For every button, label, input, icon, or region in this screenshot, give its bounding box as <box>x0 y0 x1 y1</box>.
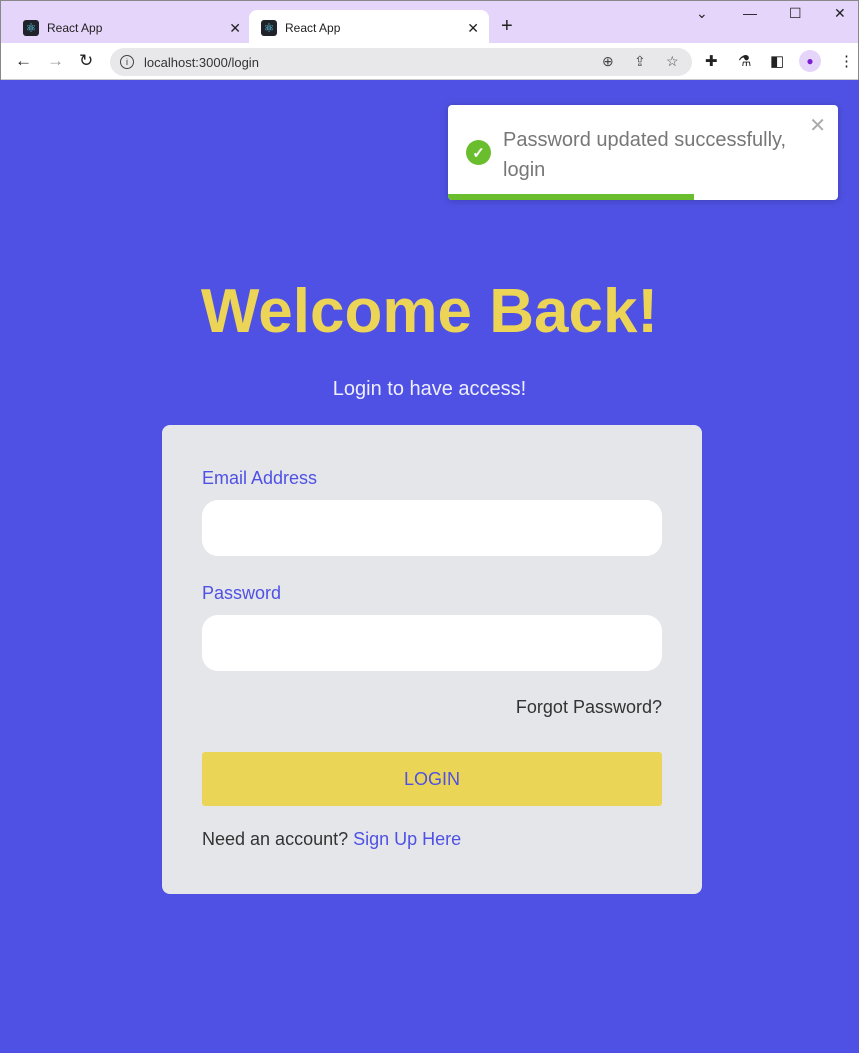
success-toast: ✓ Password updated successfully, login ✕ <box>448 105 838 200</box>
profile-avatar[interactable]: ● <box>799 50 821 72</box>
signup-prompt: Need an account? Sign Up Here <box>202 829 462 849</box>
toast-progress-bar <box>448 194 694 200</box>
login-form: Email Address Password Forgot Password? … <box>162 425 702 894</box>
forward-icon[interactable]: → <box>47 51 64 71</box>
minimize-icon[interactable]: — <box>743 5 757 21</box>
signup-link[interactable]: Sign Up Here <box>353 829 461 849</box>
forgot-password-link[interactable]: Forgot Password? <box>516 697 662 718</box>
page-title: Welcome Back! <box>200 277 659 346</box>
address-bar[interactable]: i localhost:3000/login ⊕ ⇪ ☆ <box>110 48 692 76</box>
email-label: Email Address <box>202 468 318 488</box>
browser-chrome: ⚛ React App ✕ ⚛ React App ✕ + ⌄ — ☐ ✕ ← … <box>0 0 859 80</box>
side-panel-icon[interactable]: ◧ <box>770 52 784 70</box>
window-close-icon[interactable]: ✕ <box>834 5 846 22</box>
maximize-icon[interactable]: ☐ <box>789 5 802 22</box>
browser-tab[interactable]: ⚛ React App ✕ <box>11 10 251 46</box>
page-subtitle: Login to have access! <box>332 378 527 400</box>
react-icon: ⚛ <box>23 20 39 36</box>
login-button[interactable]: LOGIN <box>202 752 662 806</box>
tab-search-icon[interactable]: ⌄ <box>696 5 708 22</box>
password-field[interactable] <box>202 615 662 671</box>
close-tab-icon[interactable]: ✕ <box>229 20 241 37</box>
browser-toolbar: ← → ↻ i localhost:3000/login ⊕ ⇪ ☆ ✚ ⚗ ◧… <box>1 43 858 80</box>
close-icon[interactable]: ✕ <box>809 113 826 138</box>
labs-icon[interactable]: ⚗ <box>738 52 751 70</box>
browser-tab-active[interactable]: ⚛ React App ✕ <box>249 10 489 46</box>
email-field[interactable] <box>202 500 662 556</box>
extensions-icon[interactable]: ✚ <box>705 52 718 70</box>
password-label: Password <box>202 583 282 603</box>
close-tab-icon[interactable]: ✕ <box>467 20 479 37</box>
react-icon: ⚛ <box>261 20 277 36</box>
check-circle-icon: ✓ <box>466 140 491 165</box>
menu-icon[interactable]: ⋮ <box>839 52 854 70</box>
back-icon[interactable]: ← <box>15 51 32 71</box>
toast-message: Password updated successfully, login <box>503 129 787 181</box>
reload-icon[interactable]: ↻ <box>79 51 93 71</box>
star-icon[interactable]: ☆ <box>666 53 679 70</box>
share-icon[interactable]: ⇪ <box>634 53 646 70</box>
new-tab-icon[interactable]: + <box>501 15 513 38</box>
zoom-icon[interactable]: ⊕ <box>602 53 614 70</box>
info-icon[interactable]: i <box>120 55 134 69</box>
